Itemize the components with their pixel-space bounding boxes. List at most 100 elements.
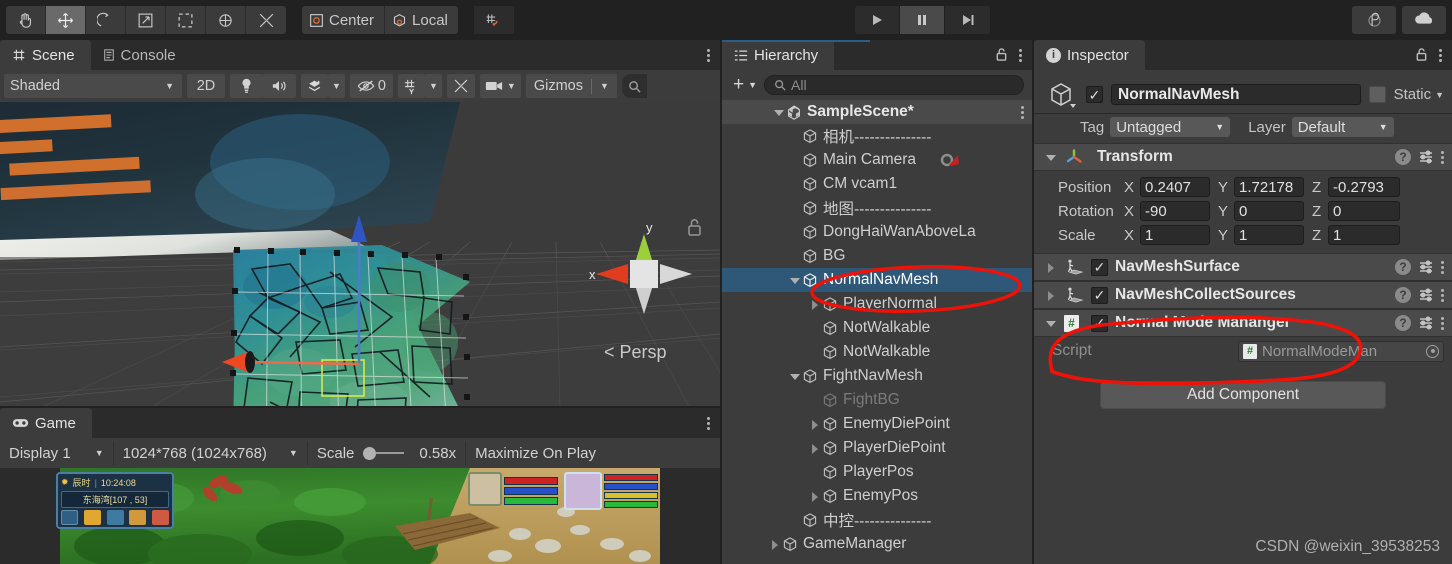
pivot-rotation-button[interactable]: Local [385,6,458,34]
preset-icon[interactable] [1418,315,1434,331]
tab-inspector[interactable]: i Inspector [1034,40,1145,70]
custom-tool-button[interactable] [246,6,286,34]
transform-scale-y-input[interactable]: 1 [1234,225,1304,245]
help-icon[interactable]: ? [1395,315,1411,331]
hierarchy-row[interactable]: PlayerDiePoint [722,436,1032,460]
hierarchy-row[interactable]: 中控--------------- [722,508,1032,532]
tag-dropdown[interactable]: Untagged ▼ [1110,117,1231,137]
lock-icon[interactable] [995,48,1008,62]
transform-position-x-input[interactable]: 0.2407 [1140,177,1210,197]
chevron-down-icon[interactable] [1044,151,1057,164]
tab-scene[interactable]: Scene [0,40,91,70]
transform-rotation-y-input[interactable]: 0 [1234,201,1304,221]
scene-panel-menu[interactable] [707,49,710,62]
hierarchy-scene-row[interactable]: SampleScene* [722,100,1032,124]
hierarchy-row[interactable]: NotWalkable [722,316,1032,340]
calendar-icon[interactable] [152,510,169,525]
component-header[interactable]: NavMeshCollectSources? [1034,281,1452,309]
scene-camera-settings[interactable]: ▼ [479,74,521,98]
tab-hierarchy[interactable]: Hierarchy [722,40,835,70]
tab-console[interactable]: Console [91,40,192,70]
tab-game[interactable]: Game [0,408,92,438]
add-component-button[interactable]: Add Component [1100,381,1386,409]
transform-position-y-input[interactable]: 1.72178 [1234,177,1304,197]
component-enabled-checkbox[interactable] [1091,286,1108,304]
hierarchy-panel-menu[interactable] [1019,48,1022,62]
maximize-on-play-toggle[interactable]: Maximize On Play [466,441,605,465]
divider-hierarchy-inspector[interactable] [1032,40,1034,564]
static-checkbox[interactable] [1368,86,1386,103]
hierarchy-row[interactable]: Main Camera [722,148,1032,172]
component-header[interactable]: NavMeshSurface? [1034,253,1452,281]
scale-slider[interactable]: Scale 0.58x [308,441,467,465]
transform-component-header[interactable]: Transform ? [1034,143,1452,171]
object-picker-icon[interactable] [1426,344,1439,358]
create-object-button[interactable]: + ▼ [730,74,760,96]
chevron-down-icon[interactable] [1044,317,1057,330]
hierarchy-row[interactable]: EnemyDiePoint [722,412,1032,436]
hierarchy-row[interactable]: PlayerNormal [722,292,1032,316]
bag-icon[interactable] [83,510,101,525]
component-header[interactable]: # Normal Mode Mananger? [1034,309,1452,337]
divider-scene-game[interactable] [0,406,720,408]
scene-viewport[interactable]: y x < Persp [0,102,720,408]
layer-dropdown[interactable]: Default ▼ [1291,117,1394,137]
script-object-field[interactable]: # NormalModeMan [1238,340,1444,362]
chevron-right-icon[interactable] [768,538,781,551]
move-tool-button[interactable] [46,6,86,34]
help-icon[interactable]: ? [1395,259,1411,275]
preset-icon[interactable] [1418,149,1434,165]
transform-tool-button[interactable] [206,6,246,34]
scene-fx-dropdown[interactable]: ▼ [328,74,345,98]
hierarchy-row[interactable]: NotWalkable [722,340,1032,364]
chevron-right-icon[interactable] [808,442,821,455]
scene-search-input[interactable] [621,74,647,98]
chevron-right-icon[interactable] [1044,289,1057,302]
transform-rotation-z-input[interactable]: 0 [1328,201,1400,221]
hierarchy-row[interactable]: PlayerPos [722,460,1032,484]
hierarchy-row[interactable]: NormalNavMesh [722,268,1032,292]
play-button[interactable] [855,6,900,34]
component-enabled-checkbox[interactable] [1091,258,1108,276]
toggle-2d-button[interactable]: 2D [187,74,225,98]
scene-row-menu[interactable] [1021,105,1024,119]
pivot-mode-button[interactable]: Center [302,6,386,34]
divider-scene-hierarchy[interactable] [720,40,722,564]
grid-snapping-button[interactable] [473,6,514,34]
rect-tool-button[interactable] [166,6,206,34]
object-enabled-checkbox[interactable] [1086,86,1103,103]
hierarchy-search-input[interactable]: All [764,75,1024,95]
hierarchy-row[interactable]: CM vcam1 [722,172,1032,196]
resolution-dropdown[interactable]: 1024*768 (1024x768) ▼ [114,441,308,465]
chevron-right-icon[interactable] [808,490,821,503]
scene-grid-toggle[interactable] [398,74,425,98]
transform-position-z-input[interactable]: -0.2793 [1328,177,1400,197]
avatar[interactable] [468,472,502,506]
game-viewport[interactable]: ✹ 辰时 | 10:24:08 东海湾[107 , 53] [0,468,720,564]
transform-scale-x-input[interactable]: 1 [1140,225,1210,245]
chevron-down-icon[interactable] [772,106,785,119]
chevron-down-icon[interactable] [788,274,801,287]
game-panel-menu[interactable] [707,417,710,430]
chevron-right-icon[interactable] [808,418,821,431]
scene-fx-toggle[interactable] [301,74,328,98]
scene-audio-toggle[interactable] [262,74,296,98]
chevron-down-icon[interactable] [788,370,801,383]
pet-icon[interactable] [129,510,147,525]
transform-rotation-x-input[interactable]: -90 [1140,201,1210,221]
transform-scale-z-input[interactable]: 1 [1328,225,1400,245]
cloud-button[interactable] [1402,6,1446,34]
avatar[interactable] [564,472,602,510]
preset-icon[interactable] [1418,287,1434,303]
scene-lighting-toggle[interactable] [230,74,262,98]
object-name-field[interactable]: NormalNavMesh [1111,84,1361,105]
preset-icon[interactable] [1418,259,1434,275]
hierarchy-row[interactable]: GameManager [722,532,1032,556]
rotate-tool-button[interactable] [86,6,126,34]
pause-button[interactable] [900,6,945,34]
scene-visibility-toggle[interactable]: 0 [349,74,393,98]
component-menu[interactable] [1441,288,1444,302]
static-dropdown[interactable]: Static ▼ [1394,86,1444,103]
chevron-right-icon[interactable] [1044,261,1057,274]
scene-grid-dropdown[interactable]: ▼ [425,74,442,98]
